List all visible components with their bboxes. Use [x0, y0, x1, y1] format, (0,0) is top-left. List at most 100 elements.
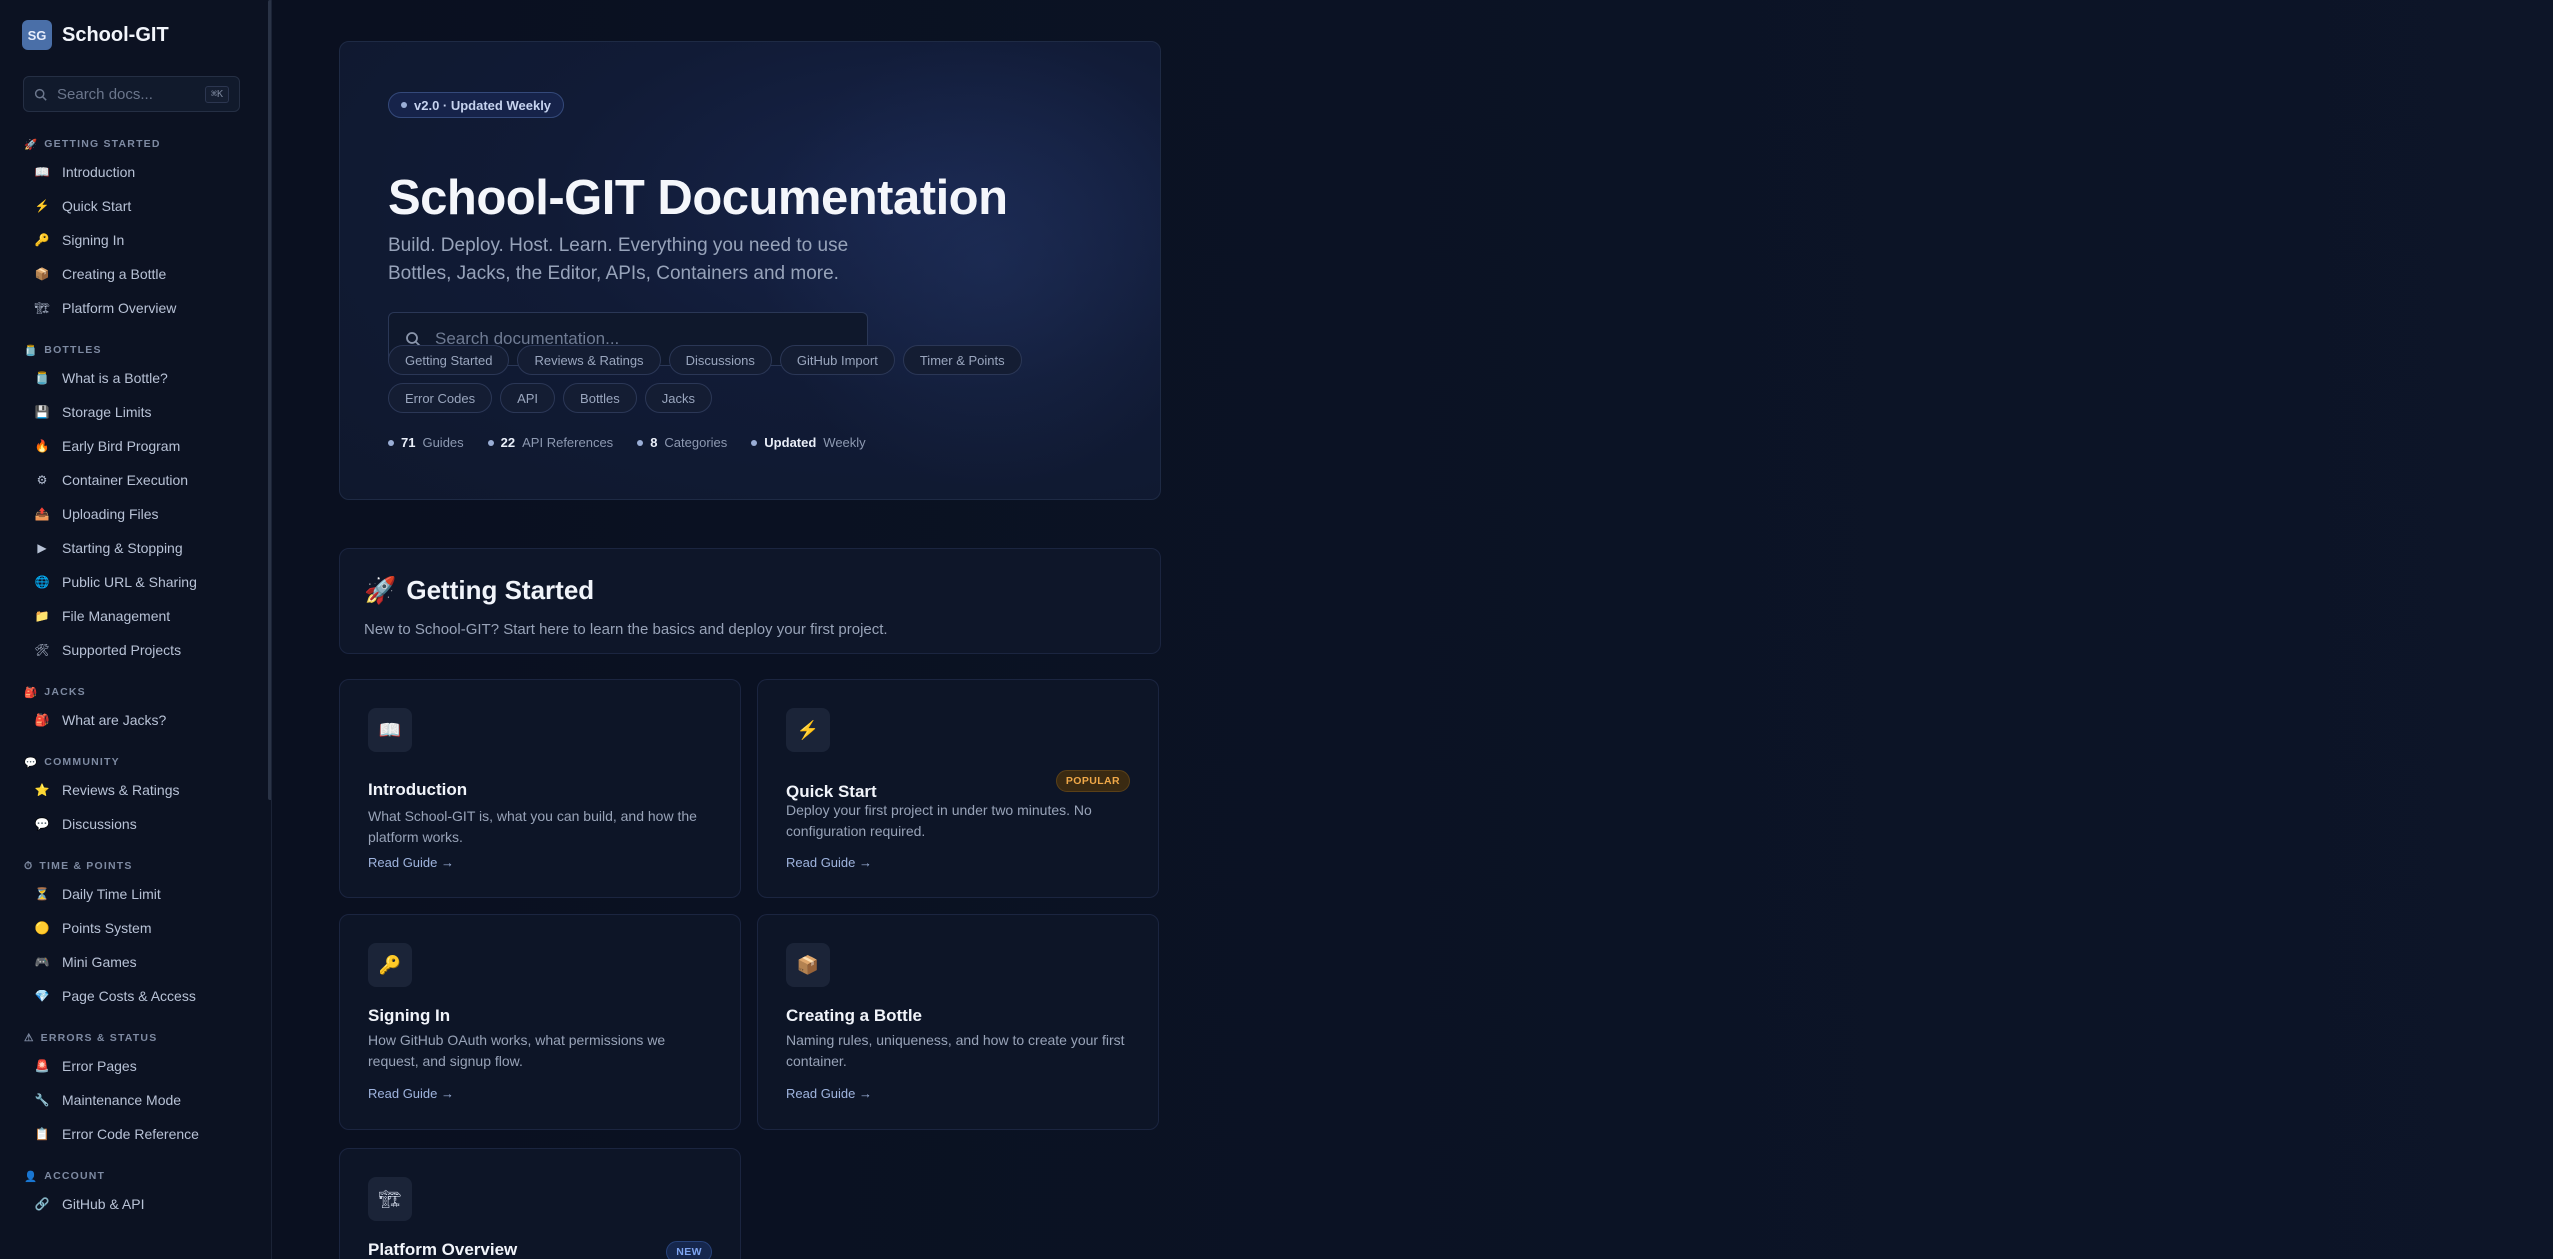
stat-item: 8 Categories — [637, 435, 727, 450]
sidebar-item[interactable]: 📁 File Management — [0, 599, 268, 633]
brand[interactable]: SG School-GIT — [22, 20, 169, 50]
sidebar-group: ⚠ ERRORS & STATUS 🚨 Error Pages 🔧 Maintenance… — [0, 1027, 268, 1151]
group-icon: 👤 — [24, 1170, 39, 1183]
sidebar-item-icon: 📤 — [34, 507, 50, 521]
topic-chip[interactable]: Jacks — [644, 383, 713, 413]
read-guide-link[interactable]: Read Guide → — [786, 1086, 872, 1101]
sidebar-item[interactable]: ⚙ Container Execution — [0, 463, 268, 497]
sidebar-item[interactable]: 📖 Introduction — [0, 155, 268, 189]
topic-chip[interactable]: Timer & Points — [902, 345, 1022, 375]
sidebar-item-icon: 💬 — [34, 817, 50, 831]
guide-card-title: Platform Overview — [368, 1240, 518, 1259]
sidebar-item[interactable]: 🔧 Maintenance Mode — [0, 1083, 268, 1117]
stat-item: Updated Weekly — [751, 435, 866, 450]
sidebar-item[interactable]: 🔑 Signing In — [0, 223, 268, 257]
sidebar-search-input[interactable]: Search docs... ⌘K — [23, 76, 240, 112]
read-guide-link[interactable]: Read Guide → — [368, 855, 454, 870]
sidebar-item-icon: 📋 — [34, 1127, 50, 1141]
sidebar-group-title: 🚀 GETTING STARTED — [0, 133, 268, 155]
topic-chip[interactable]: Reviews & Ratings — [517, 345, 661, 375]
sidebar-item[interactable]: ⭐ Reviews & Ratings — [0, 773, 268, 807]
sidebar-item[interactable]: 🔥 Early Bird Program — [0, 429, 268, 463]
sidebar-item[interactable]: 📦 Creating a Bottle — [0, 257, 268, 291]
guide-card-description: Naming rules, uniqueness, and how to cre… — [786, 1032, 1125, 1069]
sidebar-item[interactable]: 🏗 Platform Overview — [0, 291, 268, 325]
sidebar-item-label: Storage Limits — [62, 404, 152, 420]
hero-card: v2.0 · Updated Weekly School-GIT Documen… — [339, 41, 1161, 500]
sidebar-item-icon: 🔥 — [34, 439, 50, 453]
sidebar-item[interactable]: ▶ Starting & Stopping — [0, 531, 268, 565]
version-label: v2.0 · Updated Weekly — [414, 97, 552, 113]
group-icon: 🚀 — [24, 138, 39, 151]
sidebar-item[interactable]: 📤 Uploading Files — [0, 497, 268, 531]
brand-logo: SG — [22, 20, 52, 50]
sidebar-item[interactable]: 🟡 Points System — [0, 911, 268, 945]
sidebar-item-icon: 📁 — [34, 609, 50, 623]
sidebar-item[interactable]: ⚡ Quick Start — [0, 189, 268, 223]
topic-chip[interactable]: Getting Started — [388, 345, 510, 375]
sidebar-item-label: What are Jacks? — [62, 712, 167, 728]
brand-name: School-GIT — [62, 23, 169, 46]
stat-label: API References — [522, 435, 614, 450]
guide-card[interactable]: 🏗 Platform Overview NEW — [339, 1148, 741, 1259]
guide-card-description: Deploy your first project in under two m… — [786, 802, 1092, 839]
read-guide-link[interactable]: Read Guide → — [786, 855, 872, 870]
sidebar-item[interactable]: 🎒 What are Jacks? — [0, 703, 268, 737]
group-icon: 🫙 — [24, 344, 39, 357]
sidebar-group: 💬 COMMUNITY ⭐ Reviews & Ratings 💬 Discussions — [0, 751, 268, 841]
sidebar-item[interactable]: 🎮 Mini Games — [0, 945, 268, 979]
sidebar-item-label: Introduction — [62, 164, 136, 180]
sidebar-item[interactable]: 🌐 Public URL & Sharing — [0, 565, 268, 599]
sidebar-item[interactable]: 💎 Page Costs & Access — [0, 979, 268, 1013]
sidebar-item-icon: 🟡 — [34, 921, 50, 935]
read-guide-link[interactable]: Read Guide → — [368, 1086, 454, 1101]
topic-chip[interactable]: Bottles — [563, 383, 637, 413]
sidebar-item-label: Page Costs & Access — [62, 988, 196, 1004]
sidebar-item-icon: 💾 — [34, 405, 50, 419]
topic-chip[interactable]: Discussions — [668, 345, 772, 375]
stat-value: 22 — [500, 435, 516, 450]
sidebar-item[interactable]: 🚨 Error Pages — [0, 1049, 268, 1083]
guide-card[interactable]: 📦 Creating a Bottle Naming rules, uniquene… — [757, 914, 1159, 1130]
stat-value: 71 — [401, 435, 416, 450]
sidebar-item-icon: 🔗 — [34, 1197, 50, 1211]
guide-card-icon: 🔑 — [368, 943, 412, 987]
section-title: 🚀 Getting Started — [364, 575, 594, 606]
sidebar-group-title: 💬 COMMUNITY — [0, 751, 268, 773]
group-icon: ⏱ — [24, 859, 34, 872]
search-icon — [34, 88, 47, 101]
stat-item: 71 Guides — [388, 435, 464, 450]
sidebar-item[interactable]: 🔗 GitHub & API — [0, 1187, 268, 1221]
sidebar-item-label: Early Bird Program — [62, 438, 181, 454]
sidebar-item-label: Discussions — [62, 816, 137, 832]
guide-card[interactable]: 📖 Introduction What School-GIT is, what yo… — [339, 679, 741, 898]
sidebar-item[interactable]: 🛠 Supported Projects — [0, 633, 268, 667]
guide-card-badge: NEW — [666, 1241, 712, 1259]
sidebar-item-icon: ⚙ — [36, 473, 48, 487]
topic-chip[interactable]: API — [500, 383, 556, 413]
sidebar-group: 🫙 BOTTLES 🫙 What is a Bottle? 💾 Storage Limit… — [0, 339, 268, 667]
sidebar-item[interactable]: 📋 Error Code Reference — [0, 1117, 268, 1151]
sidebar-item-label: Points System — [62, 920, 152, 936]
sidebar-item[interactable]: ⏳ Daily Time Limit — [0, 877, 268, 911]
stat-value: 8 — [650, 435, 658, 450]
guide-card-description: How GitHub OAuth works, what permissions… — [368, 1032, 666, 1069]
group-label: TIME & POINTS — [39, 860, 133, 872]
sidebar-group: 🎒 JACKS 🎒 What are Jacks? — [0, 681, 268, 737]
sidebar-item[interactable]: 💾 Storage Limits — [0, 395, 268, 429]
sidebar-item-label: Reviews & Ratings — [62, 782, 180, 798]
topic-chip[interactable]: Error Codes — [388, 383, 493, 413]
guide-card[interactable]: ⚡ Quick Start Deploy your first project in… — [757, 679, 1159, 898]
sidebar-item-icon: ▶ — [37, 541, 47, 555]
sidebar-item-icon: ⏳ — [34, 887, 50, 901]
topic-chip[interactable]: GitHub Import — [779, 345, 895, 375]
group-label: BOTTLES — [44, 344, 102, 356]
sidebar-group: 🚀 GETTING STARTED 📖 Introduction ⚡ Quick Star… — [0, 133, 268, 325]
sidebar-item-label: Creating a Bottle — [62, 266, 167, 282]
sidebar-item[interactable]: 💬 Discussions — [0, 807, 268, 841]
sidebar-item[interactable]: 🫙 What is a Bottle? — [0, 361, 268, 395]
stat-label: Guides — [422, 435, 464, 450]
sidebar-scrollbar[interactable] — [268, 0, 271, 800]
sidebar-group-title: 👤 ACCOUNT — [0, 1165, 268, 1187]
guide-card[interactable]: 🔑 Signing In How GitHub OAuth works, what … — [339, 914, 741, 1130]
